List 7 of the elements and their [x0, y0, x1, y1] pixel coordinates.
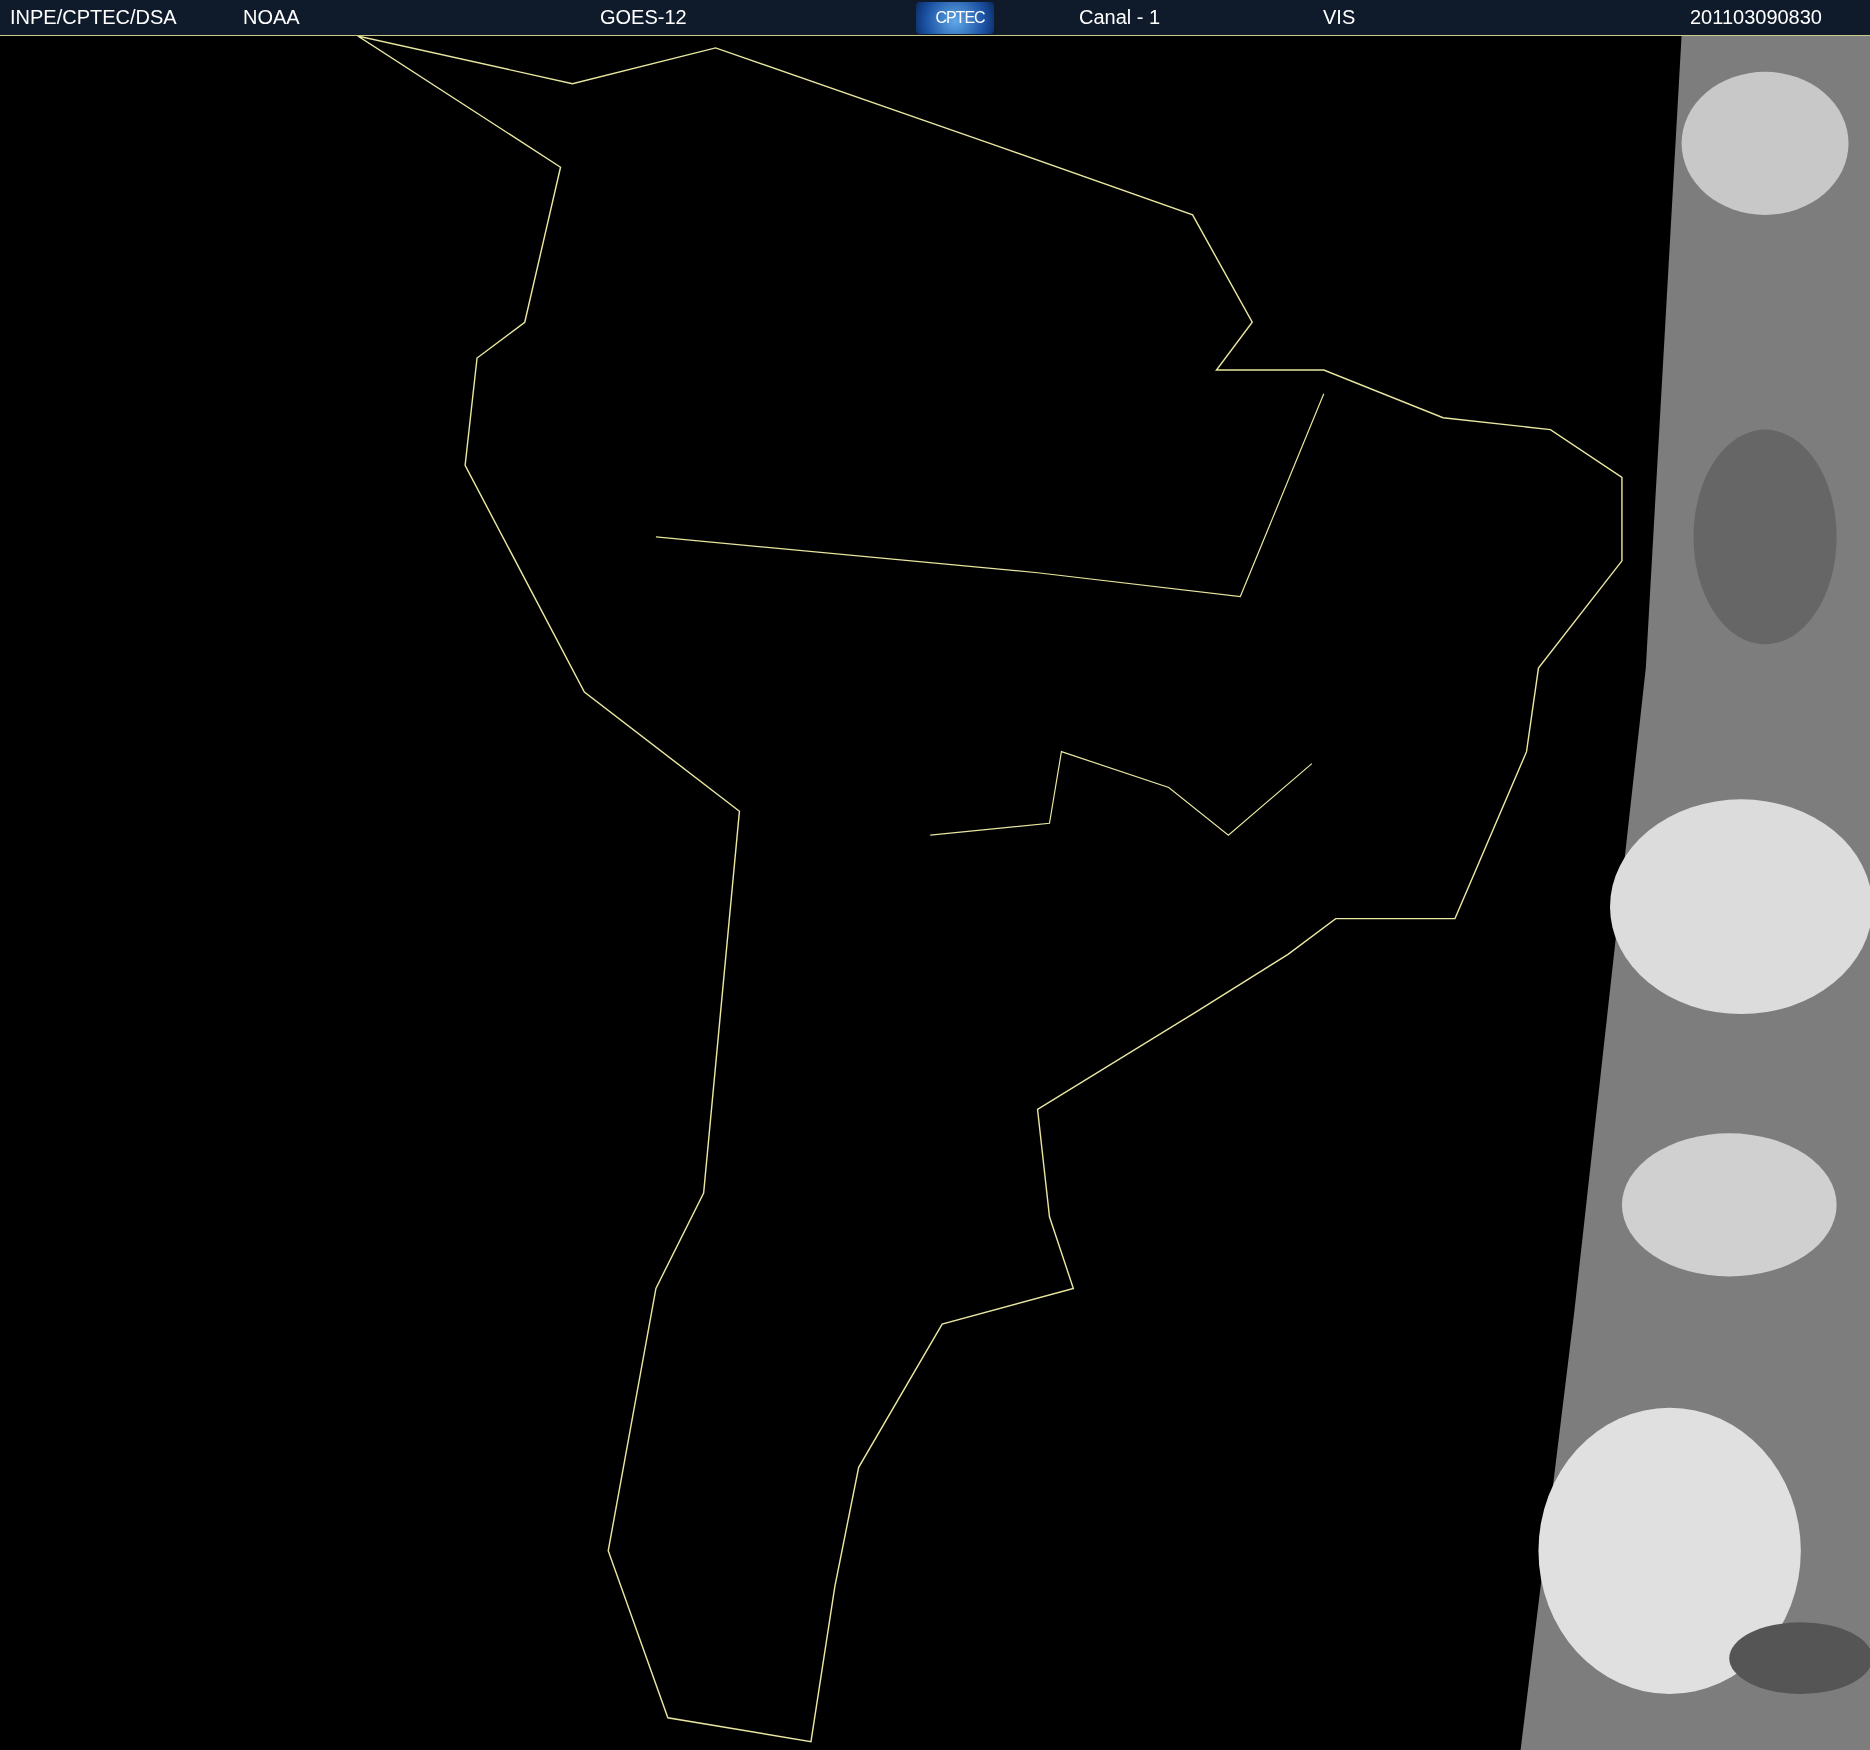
agency-label: INPE/CPTEC/DSA [9, 6, 178, 29]
source-label: NOAA [243, 6, 301, 29]
channel-label: Canal - 1 [1079, 6, 1162, 29]
logo: CPTEC [916, 1, 994, 34]
satellite-label: GOES-12 [600, 6, 688, 29]
band-label: VIS [1323, 6, 1357, 29]
timestamp-label: 201103090830 [1690, 6, 1823, 29]
